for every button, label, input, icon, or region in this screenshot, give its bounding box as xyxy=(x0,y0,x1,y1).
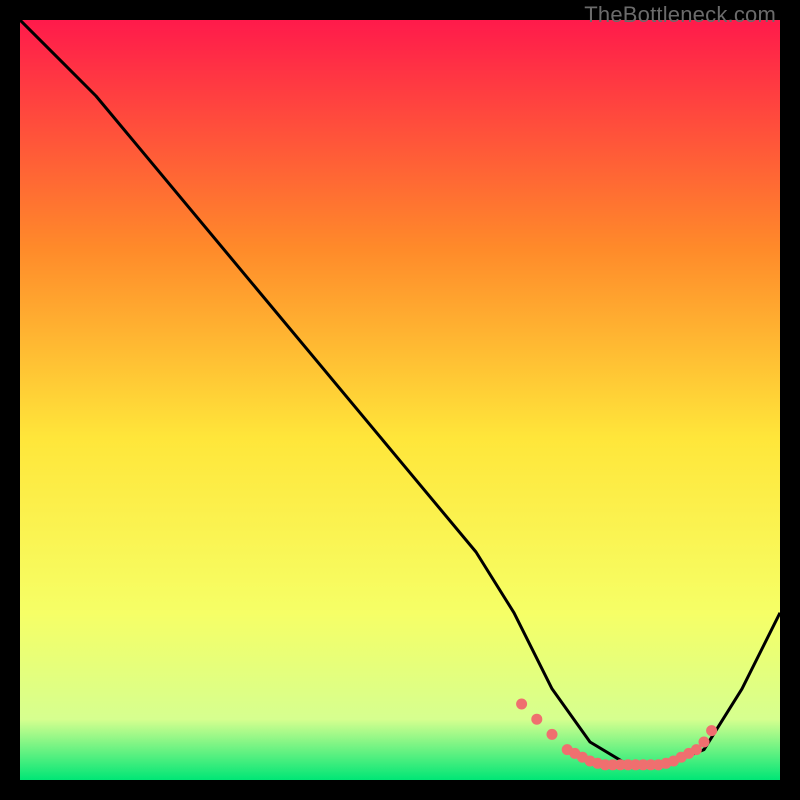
marker-dot xyxy=(699,737,710,748)
chart-svg xyxy=(20,20,780,780)
marker-dot xyxy=(706,725,717,736)
gradient-background xyxy=(20,20,780,780)
watermark-text: TheBottleneck.com xyxy=(584,2,776,28)
marker-dot xyxy=(531,714,542,725)
marker-dot xyxy=(547,729,558,740)
marker-dot xyxy=(516,699,527,710)
chart-frame xyxy=(20,20,780,780)
